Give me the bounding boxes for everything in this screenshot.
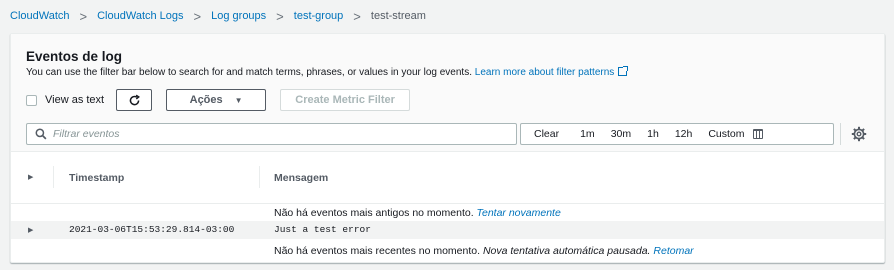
column-divider [53, 166, 54, 188]
newer-notice-text: Não há eventos mais recentes no momento.… [274, 245, 694, 257]
column-divider [259, 166, 260, 188]
older-notice-label: Não há eventos mais antigos no momento. [274, 207, 474, 219]
older-notice-text: Não há eventos mais antigos no momento. … [274, 207, 561, 219]
table-row[interactable]: ▶ 2021-03-06T15:53:29.814-03:00 Just a t… [11, 221, 884, 239]
refresh-icon [129, 94, 140, 105]
breadcrumb-current: test-stream [370, 10, 426, 22]
view-as-text-label[interactable]: View as text [45, 94, 104, 106]
breadcrumb-separator: > [276, 8, 284, 24]
custom-label: Custom [708, 128, 745, 140]
breadcrumb-log-groups[interactable]: Log groups [211, 10, 266, 22]
breadcrumb: CloudWatch > CloudWatch Logs > Log group… [10, 8, 426, 24]
actions-button[interactable]: Ações ▼ [166, 89, 267, 111]
caret-down-icon: ▼ [234, 95, 243, 105]
page-title: Eventos de log [26, 49, 123, 64]
time-range-selector: Clear 1m 30m 1h 12h Custom [520, 123, 834, 145]
resume-link[interactable]: Retomar [653, 245, 693, 257]
table-header: ▶ Timestamp Mensagem [11, 152, 884, 204]
range-1m[interactable]: 1m [572, 128, 603, 140]
newer-events-notice: Não há eventos mais recentes no momento.… [11, 242, 884, 260]
breadcrumb-separator: > [193, 8, 202, 24]
toolbar: View as text Ações ▼ Create Metric Filte… [26, 89, 411, 111]
event-timestamp: 2021-03-06T15:53:29.814-03:00 [69, 224, 235, 235]
create-metric-filter-button[interactable]: Create Metric Filter [280, 89, 411, 111]
calendar-icon [752, 129, 763, 139]
expand-all-icon[interactable]: ▶ [28, 173, 33, 181]
range-custom[interactable]: Custom [700, 128, 770, 140]
learn-more-link[interactable]: Learn more about filter patterns [474, 66, 629, 78]
refresh-button[interactable] [116, 89, 153, 111]
clear-button[interactable]: Clear [521, 128, 572, 140]
newer-status: Nova tentativa automática pausada. [482, 245, 651, 257]
range-1h[interactable]: 1h [639, 128, 667, 140]
breadcrumb-test-group[interactable]: test-group [294, 10, 344, 22]
search-icon [35, 128, 47, 140]
breadcrumb-cloudwatch[interactable]: CloudWatch [10, 10, 70, 22]
external-link-icon [618, 66, 629, 76]
retry-link[interactable]: Tentar novamente [477, 207, 561, 219]
column-message[interactable]: Mensagem [274, 172, 328, 184]
search-input[interactable] [53, 125, 516, 143]
column-timestamp[interactable]: Timestamp [69, 172, 124, 184]
newer-notice-label: Não há eventos mais recentes no momento. [274, 245, 481, 257]
panel-description: You can use the filter bar below to sear… [26, 66, 629, 78]
divider [840, 123, 841, 145]
view-as-text-checkbox[interactable] [26, 94, 37, 106]
range-30m[interactable]: 30m [603, 128, 639, 140]
gear-icon[interactable] [851, 126, 867, 142]
expand-row-icon[interactable]: ▶ [28, 226, 33, 234]
breadcrumb-separator: > [79, 8, 88, 24]
breadcrumb-cloudwatch-logs[interactable]: CloudWatch Logs [97, 10, 183, 22]
panel-header: Eventos de log You can use the filter ba… [11, 34, 884, 152]
breadcrumb-separator: > [353, 8, 361, 24]
log-events-panel: Eventos de log You can use the filter ba… [10, 33, 885, 263]
description-text: You can use the filter bar below to sear… [26, 67, 472, 78]
filter-events-search [26, 123, 517, 145]
event-message: Just a test error [274, 224, 371, 235]
older-events-notice: Não há eventos mais antigos no momento. … [11, 204, 884, 222]
learn-more-label: Learn more about filter patterns [474, 67, 615, 78]
actions-label: Ações [189, 94, 223, 106]
range-12h[interactable]: 12h [667, 128, 701, 140]
